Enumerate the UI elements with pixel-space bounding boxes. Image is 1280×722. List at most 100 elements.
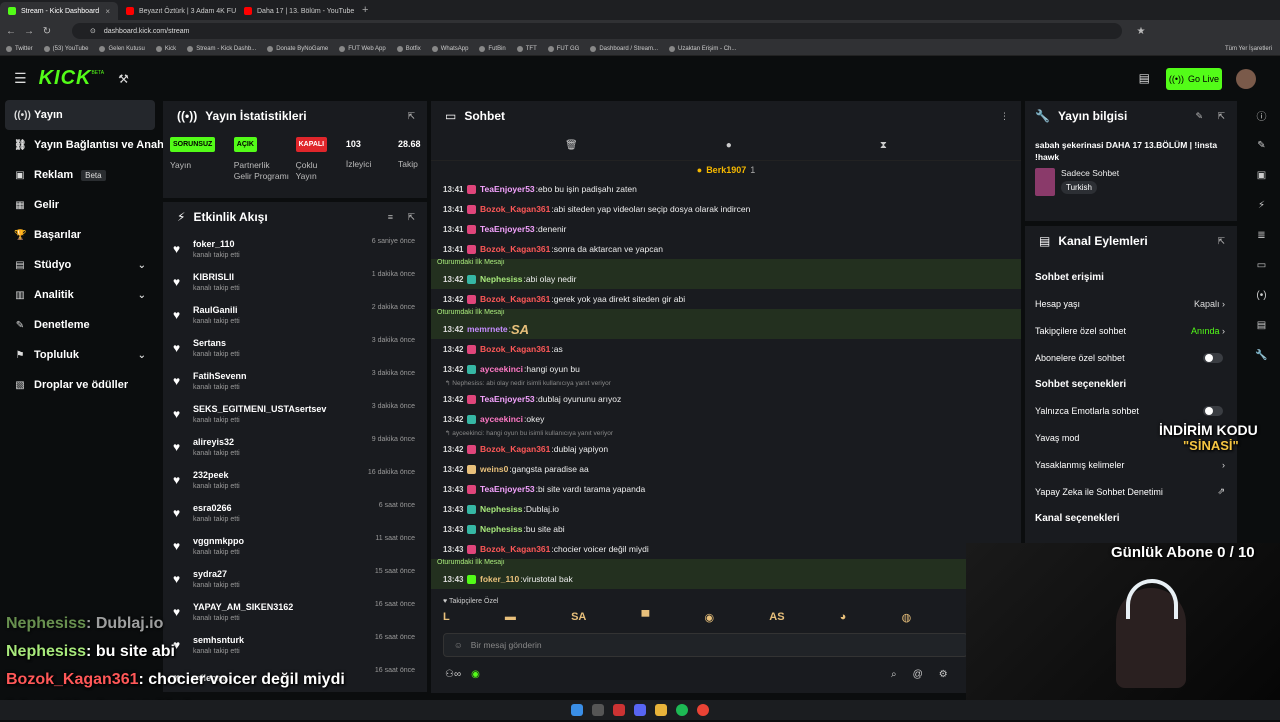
bookmark-item[interactable]: (53) YouTube (43, 45, 88, 52)
browser-tab[interactable]: Stream - Kick Dashboard × (0, 2, 118, 20)
chat-message[interactable]: 13:43 TeaEnjoyer53: bi site vardı tarama … (431, 479, 1021, 499)
url-field[interactable]: ⊙ dashboard.kick.com/stream (72, 23, 1122, 39)
bookmark-item[interactable]: Dashboard / Stream... (590, 45, 658, 52)
bookmark-item[interactable]: FUT Web App (339, 45, 386, 52)
chat-message[interactable]: 13:41 TeaEnjoyer53: ebo bu işin padişahı … (431, 179, 1021, 199)
bookmark-item[interactable]: Kick (155, 45, 176, 52)
bookmark-item[interactable]: Uzaktan Erişim - Ch... (669, 45, 736, 52)
chat-message[interactable]: 13:42 memrnete: SA (431, 319, 1021, 339)
message-username[interactable]: Nephesiss (480, 274, 523, 284)
bookmark-item[interactable]: WhatsApp (431, 45, 468, 52)
menu-icon[interactable]: ☰ (14, 70, 27, 87)
category-name[interactable]: Sadece Sohbet (1061, 168, 1119, 178)
kick-coin-icon[interactable]: ◉ (471, 669, 480, 680)
lightning-icon[interactable]: ⚡ (1243, 190, 1280, 220)
activity-item[interactable]: ♥ vggnmkppo kanalı takip etti 11 saat önce (163, 529, 427, 562)
emoji-icon[interactable]: ☺ (454, 640, 463, 650)
activity-item[interactable]: ♥ SEKS_EGITMENI_USTAsertsev kanalı takip e… (163, 397, 427, 430)
bookmark-item[interactable]: FutBin (479, 45, 506, 52)
popout-icon[interactable]: ⇱ (407, 212, 415, 223)
browser-tab[interactable]: Daha 17 | 13. Bölüm - YouTube× (236, 2, 354, 20)
sidebar-item[interactable]: ▧ Droplar ve ödüller (0, 370, 160, 400)
emote-button[interactable]: SA (571, 611, 586, 624)
hammer-icon[interactable]: ⚒ (118, 72, 129, 86)
message-username[interactable]: Bozok_Kagan361 (480, 344, 550, 354)
info-icon[interactable]: ⓘ (1243, 100, 1280, 130)
sidebar-item[interactable]: ▤ Stüdyo ⌄ (0, 250, 160, 280)
kick-logo[interactable]: KICK (39, 67, 92, 90)
banned-words-row[interactable]: Yasaklanmış kelimeler › (1025, 451, 1237, 478)
discord-icon[interactable] (634, 704, 646, 716)
new-tab-icon[interactable]: + (362, 4, 368, 16)
bookmark-item[interactable]: TFT (516, 45, 537, 52)
bookmark-item[interactable]: FUT GG (547, 45, 579, 52)
sidebar-item[interactable]: ▥ Analitik ⌄ (0, 280, 160, 310)
chat-message[interactable]: 13:43 foker_110: virustotal bak (431, 569, 1021, 589)
pencil-icon[interactable]: ✎ (1243, 130, 1280, 160)
chat-message[interactable]: 13:42 weins0: gangsta paradise aa (431, 459, 1021, 479)
message-username[interactable]: TeaEnjoyer53 (480, 484, 535, 494)
popout-icon[interactable]: ⇱ (1217, 236, 1225, 247)
emote-button[interactable]: ◍ (902, 611, 912, 624)
sidebar-item[interactable]: ▦ Gelir (0, 190, 160, 220)
users-icon[interactable]: ⚇∞ (445, 669, 461, 680)
bookmark-star-icon[interactable]: ★ (1134, 26, 1148, 37)
sidebar-item[interactable]: 🏆 Başarılar (0, 220, 160, 250)
shield-icon[interactable]: ▤ (1243, 310, 1280, 340)
sidebar-item[interactable]: ✎ Denetleme (0, 310, 160, 340)
followers-only-row[interactable]: Takipçilere özel sohbet Anında › (1025, 317, 1237, 344)
chat-message[interactable]: 13:41 Bozok_Kagan361: abi siteden yap vid… (431, 199, 1021, 219)
emote-button[interactable]: ▬ (505, 611, 516, 624)
sidebar-item[interactable]: ⛓ Yayın Bağlantısı ve Anahtarı (0, 130, 181, 160)
bookmark-item[interactable]: Donate ByNoGame (267, 45, 328, 52)
message-username[interactable]: TeaEnjoyer53 (480, 224, 535, 234)
search-icon[interactable]: ⌕ (891, 669, 897, 680)
app-icon[interactable] (613, 704, 625, 716)
bookmark-item[interactable]: Gelen Kutusu (99, 45, 145, 52)
message-icon[interactable]: ● (726, 140, 732, 151)
chat-message[interactable]: 13:41 Bozok_Kagan361: sonra da aktarcan v… (431, 239, 1021, 259)
chevron-down-icon[interactable]: ⌄ (138, 350, 146, 361)
forward-icon[interactable]: → (22, 26, 36, 37)
activity-item[interactable]: ♥ alireyis32 kanalı takip etti 9 dakika önc… (163, 430, 427, 463)
chat-message[interactable]: 13:42 Bozok_Kagan361: as (431, 339, 1021, 359)
chrome-icon[interactable] (697, 704, 709, 716)
message-username[interactable]: Bozok_Kagan361 (480, 204, 550, 214)
filter-icon[interactable]: ≡ (388, 212, 393, 222)
bookmark-item[interactable]: Botfix (396, 45, 421, 52)
message-username[interactable]: TeaEnjoyer53 (480, 394, 535, 404)
folder-icon[interactable] (655, 704, 667, 716)
activity-item[interactable]: ♥ Sertans kanalı takip etti 3 dakika önce (163, 331, 427, 364)
account-age-row[interactable]: Hesap yaşı Kapalı › (1025, 290, 1237, 317)
activity-item[interactable]: ♥ sydra27 kanalı takip etti 15 saat önce (163, 562, 427, 595)
message-username[interactable]: Bozok_Kagan361 (480, 544, 550, 554)
chat-message[interactable]: 13:42 Bozok_Kagan361: gerek yok yaa direk… (431, 289, 1021, 309)
site-info-icon[interactable]: ⊙ (90, 27, 96, 35)
emote-button[interactable]: ◕ (840, 611, 847, 624)
message-username[interactable]: Bozok_Kagan361 (480, 294, 550, 304)
message-username[interactable]: foker_110 (480, 574, 519, 584)
message-username[interactable]: ayceekinci (480, 414, 523, 424)
search-icon[interactable] (592, 704, 604, 716)
card-icon[interactable]: ▣ (1243, 160, 1280, 190)
emote-button[interactable]: L (443, 611, 450, 624)
bookmark-item[interactable]: Twitter (6, 45, 33, 52)
ai-moderation-row[interactable]: Yapay Zeka ile Sohbet Denetimi ⇗ (1025, 478, 1237, 505)
sidebar-item[interactable]: ((•)) Yayın (5, 100, 155, 130)
trash-icon[interactable]: 🗑 (565, 140, 578, 151)
chevron-down-icon[interactable]: ⌄ (138, 290, 146, 301)
activity-item[interactable]: ♥ foker_110 kanalı takip etti 6 saniye önce (163, 232, 427, 265)
message-username[interactable]: Nephesiss (480, 524, 523, 534)
message-username[interactable]: Nephesiss (480, 504, 523, 514)
at-icon[interactable]: @ (913, 669, 923, 680)
popout-icon[interactable]: ⇱ (1217, 111, 1225, 122)
broadcast-icon[interactable]: (•) (1243, 280, 1280, 310)
tab-close-icon[interactable]: × (105, 7, 110, 16)
activity-item[interactable]: ♥ 232peek kanalı takip etti 16 dakika önce (163, 463, 427, 496)
popout-icon[interactable]: ⇱ (407, 111, 415, 122)
chat-message[interactable]: 13:42 Nephesiss: abi olay nedir (431, 269, 1021, 289)
message-username[interactable]: ayceekinci (480, 364, 523, 374)
chat-message[interactable]: 13:42 ayceekinci: hangi oyun bu (431, 359, 1021, 379)
pinned-gifter[interactable]: ● Berk1907 1 (431, 161, 1021, 179)
creator-icon[interactable]: ▤ (1139, 71, 1150, 85)
